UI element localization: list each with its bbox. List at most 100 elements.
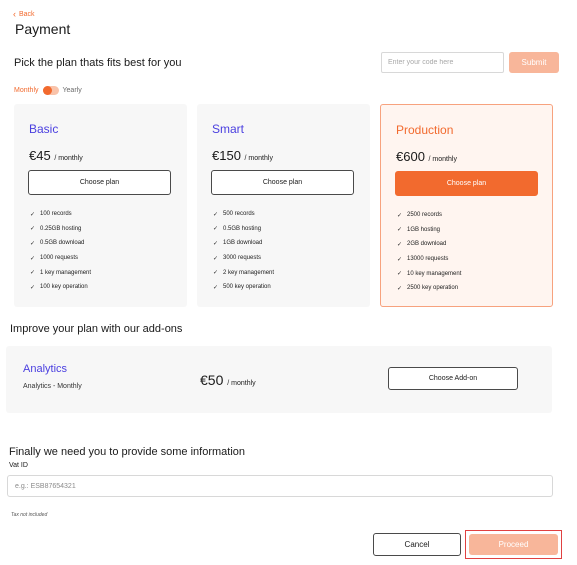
switch-knob bbox=[42, 86, 52, 95]
feature-item: ✓ 1000 requests bbox=[30, 251, 91, 266]
feature-text: 10 key management bbox=[407, 270, 462, 277]
feature-text: 500 key operation bbox=[223, 284, 271, 291]
feature-item: ✓ 100 key operation bbox=[30, 280, 91, 295]
back-label: Back bbox=[19, 11, 35, 18]
check-icon: ✓ bbox=[397, 256, 403, 263]
proceed-button[interactable]: Proceed bbox=[469, 534, 558, 555]
plan-card-basic: Basic €45 / monthly Choose plan ✓ 100 rec… bbox=[14, 104, 187, 307]
check-icon: ✓ bbox=[30, 226, 36, 233]
check-icon: ✓ bbox=[213, 255, 219, 262]
promo-code-input[interactable] bbox=[381, 52, 504, 73]
feature-item: ✓ 500 records bbox=[213, 207, 274, 222]
feature-text: 0.25GB hosting bbox=[40, 225, 82, 232]
feature-item: ✓ 1 key management bbox=[30, 265, 91, 280]
feature-text: 1000 requests bbox=[40, 255, 79, 262]
check-icon: ✓ bbox=[397, 271, 403, 278]
feature-item: ✓ 100 records bbox=[30, 207, 91, 222]
addon-subtitle: Analytics - Monthly bbox=[23, 383, 82, 390]
feature-item: ✓ 3000 requests bbox=[213, 251, 274, 266]
feature-text: 100 records bbox=[40, 211, 72, 218]
feature-list: ✓ 500 records ✓ 0.5GB hosting ✓ 1GB downloa… bbox=[213, 207, 274, 295]
feature-item: ✓ 1GB hosting bbox=[397, 223, 461, 238]
info-section-title: Finally we need you to provide some info… bbox=[9, 446, 246, 458]
check-icon: ✓ bbox=[397, 212, 403, 219]
check-icon: ✓ bbox=[30, 240, 36, 247]
addons-section-title: Improve your plan with our add-ons bbox=[10, 323, 183, 335]
tax-note: Tax not included bbox=[11, 512, 48, 518]
proceed-highlight-frame: Proceed bbox=[465, 530, 562, 559]
plan-card-production: Production €600 / monthly Choose plan ✓ 2… bbox=[380, 104, 553, 307]
plan-price: €45 / monthly bbox=[29, 148, 83, 163]
feature-item: ✓ 2 key management bbox=[213, 265, 274, 280]
check-icon: ✓ bbox=[213, 240, 219, 247]
feature-item: ✓ 1GB download bbox=[213, 236, 274, 251]
choose-addon-button[interactable]: Choose Add-on bbox=[388, 367, 518, 390]
price-period: / monthly bbox=[428, 156, 457, 163]
back-link[interactable]: ‹ Back bbox=[13, 10, 35, 19]
plan-name: Smart bbox=[212, 122, 245, 136]
feature-text: 500 records bbox=[223, 211, 255, 218]
choose-plan-production-button[interactable]: Choose plan bbox=[395, 171, 538, 196]
yearly-label[interactable]: Yearly bbox=[63, 87, 82, 94]
feature-item: ✓ 500 key operation bbox=[213, 280, 274, 295]
feature-item: ✓ 10 key management bbox=[397, 266, 461, 281]
feature-text: 2500 key operation bbox=[407, 285, 459, 292]
vat-id-label: Vat ID bbox=[9, 462, 28, 469]
price-amount: €50 bbox=[200, 372, 224, 388]
check-icon: ✓ bbox=[30, 211, 36, 218]
plan-card-smart: Smart €150 / monthly Choose plan ✓ 500 re… bbox=[197, 104, 370, 307]
check-icon: ✓ bbox=[30, 255, 36, 262]
feature-item: ✓ 0.5GB hosting bbox=[213, 222, 274, 237]
check-icon: ✓ bbox=[213, 211, 219, 218]
price-amount: €45 bbox=[29, 148, 51, 163]
feature-text: 13000 requests bbox=[407, 256, 449, 263]
feature-item: ✓ 2500 records bbox=[397, 208, 461, 223]
addon-price: €50 / monthly bbox=[200, 372, 256, 388]
price-period: / monthly bbox=[244, 155, 273, 162]
feature-item: ✓ 2500 key operation bbox=[397, 281, 461, 296]
feature-text: 0.5GB hosting bbox=[223, 225, 262, 232]
plan-name: Basic bbox=[29, 122, 59, 136]
monthly-label[interactable]: Monthly bbox=[14, 87, 39, 94]
page-title: Payment bbox=[15, 21, 71, 37]
cancel-button[interactable]: Cancel bbox=[373, 533, 461, 556]
feature-item: ✓ 2GB download bbox=[397, 237, 461, 252]
feature-text: 100 key operation bbox=[40, 284, 88, 291]
feature-text: 1 key management bbox=[40, 269, 92, 276]
price-period: / monthly bbox=[54, 155, 83, 162]
feature-list: ✓ 2500 records ✓ 1GB hosting ✓ 2GB download… bbox=[397, 208, 461, 296]
feature-text: 2 key management bbox=[223, 269, 275, 276]
submit-code-button[interactable]: Submit bbox=[509, 52, 559, 73]
check-icon: ✓ bbox=[397, 227, 403, 234]
choose-plan-smart-button[interactable]: Choose plan bbox=[211, 170, 354, 195]
check-icon: ✓ bbox=[397, 285, 403, 292]
billing-switch[interactable] bbox=[42, 86, 59, 95]
feature-list: ✓ 100 records ✓ 0.25GB hosting ✓ 0.5GB down… bbox=[30, 207, 91, 295]
price-amount: €150 bbox=[212, 148, 241, 163]
plan-section-title: Pick the plan thats fits best for you bbox=[14, 57, 182, 69]
billing-toggle: Monthly Yearly bbox=[14, 86, 82, 95]
check-icon: ✓ bbox=[213, 270, 219, 277]
plan-price: €600 / monthly bbox=[396, 149, 457, 164]
check-icon: ✓ bbox=[30, 284, 36, 291]
feature-text: 1GB download bbox=[223, 240, 263, 247]
feature-item: ✓ 0.25GB hosting bbox=[30, 222, 91, 237]
price-period: / monthly bbox=[227, 380, 256, 387]
choose-plan-basic-button[interactable]: Choose plan bbox=[28, 170, 171, 195]
addon-name: Analytics bbox=[23, 363, 68, 375]
plan-name: Production bbox=[396, 123, 454, 137]
feature-item: ✓ 0.5GB download bbox=[30, 236, 91, 251]
check-icon: ✓ bbox=[213, 284, 219, 291]
addon-card-analytics: Analytics Analytics - Monthly €50 / mont… bbox=[6, 346, 552, 413]
feature-item: ✓ 13000 requests bbox=[397, 252, 461, 267]
feature-text: 2500 records bbox=[407, 212, 443, 219]
feature-text: 1GB hosting bbox=[407, 226, 441, 233]
vat-id-input[interactable] bbox=[7, 475, 553, 497]
price-amount: €600 bbox=[396, 149, 425, 164]
check-icon: ✓ bbox=[213, 226, 219, 233]
plan-price: €150 / monthly bbox=[212, 148, 273, 163]
feature-text: 2GB download bbox=[407, 241, 447, 248]
check-icon: ✓ bbox=[30, 270, 36, 277]
feature-text: 0.5GB download bbox=[40, 240, 85, 247]
feature-text: 3000 requests bbox=[223, 255, 262, 262]
